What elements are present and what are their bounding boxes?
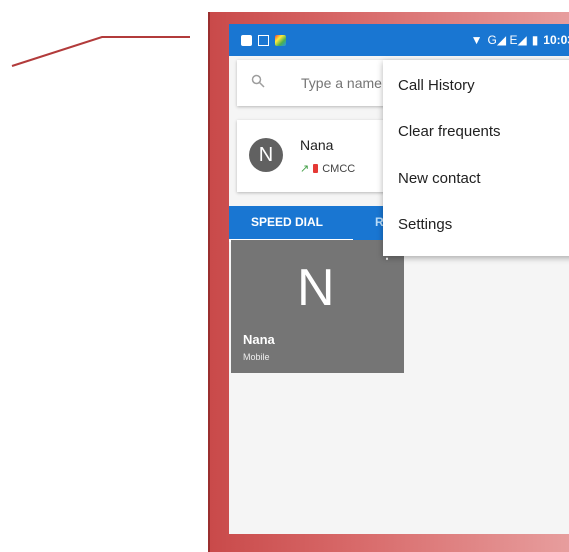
contact-call-info: ↗ CMCC <box>300 162 356 176</box>
tile-letter: N <box>297 259 335 317</box>
notification-app-icon <box>275 34 286 46</box>
tile-contact-name: Nana <box>243 332 275 347</box>
menu-item-call-history[interactable]: Call History <box>398 77 475 94</box>
notification-image-icon <box>258 34 269 46</box>
phone-screen: ▼ G◢ E◢ ▮ 10:03 N Nana ↗ CMCC SPEED DIAL… <box>229 24 569 534</box>
menu-item-clear-frequents[interactable]: Clear frequents <box>398 123 501 140</box>
battery-icon: ▮ <box>531 33 539 47</box>
avatar: N <box>249 138 283 172</box>
tab-speed-dial[interactable]: SPEED DIAL <box>251 215 323 229</box>
wifi-icon: ▼ <box>470 33 483 47</box>
contact-name: Nana <box>300 137 334 153</box>
menu-item-settings[interactable]: Settings <box>398 216 452 233</box>
notification-bag-icon <box>241 34 252 46</box>
tile-number-type: Mobile <box>243 352 270 362</box>
search-icon <box>251 74 277 93</box>
sim-label: CMCC <box>322 162 356 175</box>
outgoing-call-icon: ↗ <box>300 163 310 175</box>
status-bar: ▼ G◢ E◢ ▮ 10:03 <box>229 24 569 56</box>
sim-icon <box>313 164 319 173</box>
speed-dial-tile[interactable]: N ⋮ Nana Mobile <box>231 240 404 373</box>
clock: 10:03 <box>543 33 569 47</box>
annotation-line <box>11 36 190 67</box>
menu-item-new-contact[interactable]: New contact <box>398 170 481 187</box>
overflow-menu: Call History Clear frequents New contact… <box>383 60 569 256</box>
network-signal: G◢ E◢ <box>487 33 527 47</box>
